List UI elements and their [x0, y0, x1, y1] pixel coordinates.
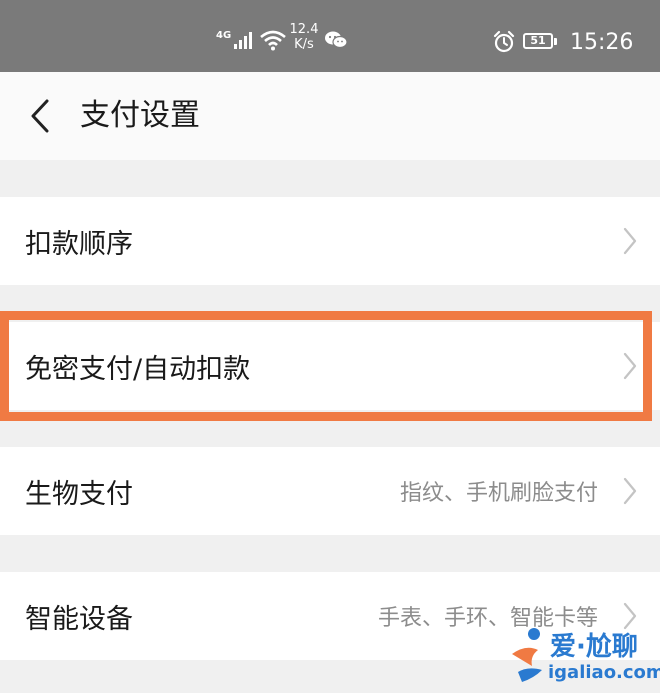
settings-item-value: 指纹、手机刷脸支付	[399, 481, 598, 506]
network-indicator: 4G	[216, 26, 287, 54]
clock: 15:26	[570, 30, 634, 55]
chevron-right-icon	[623, 477, 637, 505]
settings-item-label: 生物支付	[25, 478, 133, 510]
wifi-icon	[260, 30, 287, 51]
battery-tip	[554, 37, 557, 45]
watermark-brand-text: 爱·尬聊	[550, 632, 638, 662]
network-speed-value: 12.4	[289, 22, 319, 37]
alarm-icon	[493, 30, 515, 53]
network-speed: 12.4 K/s	[286, 22, 322, 52]
alarm-indicator	[492, 30, 516, 54]
settings-item-label: 免密支付/自动扣款	[25, 353, 251, 385]
settings-item-password-free-payment[interactable]: 免密支付/自动扣款	[0, 322, 660, 410]
battery-indicator: 51	[523, 33, 557, 49]
wechat-icon	[325, 31, 348, 49]
settings-item-deduction-order[interactable]: 扣款顺序	[0, 197, 660, 285]
battery-level: 51	[530, 34, 546, 47]
chevron-right-icon	[623, 352, 637, 380]
page-title: 支付设置	[80, 98, 200, 133]
watermark: 爱·尬聊 igaliao.com	[508, 624, 660, 690]
settings-item-biometric-payment[interactable]: 生物支付 指纹、手机刷脸支付	[0, 447, 660, 535]
title-bar: 支付设置	[0, 72, 660, 160]
battery-icon: 51	[523, 33, 553, 49]
chevron-right-icon	[623, 227, 637, 255]
wechat-notification	[324, 30, 348, 50]
back-button[interactable]	[18, 94, 62, 138]
network-type-label: 4G	[216, 30, 232, 41]
settings-item-label: 智能设备	[25, 603, 133, 635]
network-speed-unit: K/s	[294, 37, 314, 52]
watermark-url-text: igaliao.com	[548, 662, 660, 683]
settings-item-label: 扣款顺序	[25, 228, 133, 260]
signal-icon	[234, 32, 253, 49]
chevron-left-icon	[31, 99, 49, 133]
watermark-logo-icon	[512, 628, 542, 682]
status-bar: 4G 12.4 K/s 51 15:26	[0, 0, 660, 72]
